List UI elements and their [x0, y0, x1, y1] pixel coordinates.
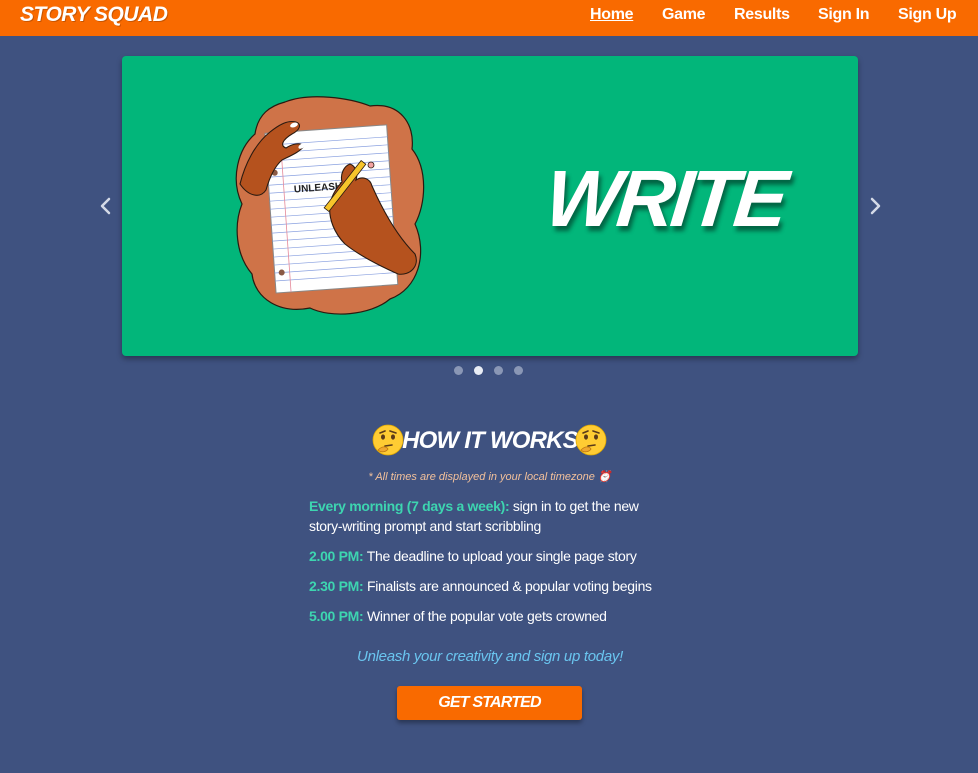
- step-deadline: 2.00 PM: The deadline to upload your sin…: [309, 546, 671, 566]
- step-time: 5.00 PM:: [309, 608, 364, 624]
- nav-link-home[interactable]: Home: [590, 5, 634, 25]
- carousel-dot-3[interactable]: [494, 366, 503, 375]
- carousel-dot-4[interactable]: [514, 366, 523, 375]
- how-it-works-title: HOW IT WORKS: [402, 427, 579, 454]
- timezone-note: * All times are displayed in your local …: [368, 471, 612, 483]
- step-time: 2.00 PM:: [309, 548, 364, 564]
- step-text: Finalists are announced & popular voting…: [363, 578, 652, 594]
- nav-link-results[interactable]: Results: [734, 5, 790, 25]
- step-time: Every morning (7 days a week):: [309, 498, 510, 514]
- step-text: Winner of the popular vote gets crowned: [363, 608, 607, 624]
- carousel-next-arrow-icon[interactable]: [866, 195, 884, 217]
- nav-link-sign-up[interactable]: Sign Up: [898, 5, 957, 25]
- get-started-button[interactable]: GET STARTED: [397, 686, 582, 720]
- carousel-prev-arrow-icon[interactable]: [97, 195, 115, 217]
- brand-logo[interactable]: STORY SQUAD: [20, 2, 168, 28]
- nav-link-sign-in[interactable]: Sign In: [818, 5, 870, 25]
- step-every-morning: Every morning (7 days a week): sign in t…: [309, 496, 671, 536]
- carousel-dot-1[interactable]: [454, 366, 463, 375]
- hands-writing-illustration: UNLEASH: [230, 94, 430, 318]
- hero-carousel: UNLEASH WRITE: [122, 56, 858, 356]
- step-text: The deadline to upload your single page …: [363, 548, 637, 564]
- carousel-dot-2[interactable]: [474, 366, 483, 375]
- signup-call-to-action: Unleash your creativity and sign up toda…: [357, 648, 623, 665]
- navbar: STORY SQUAD Home Game Results Sign In Si…: [0, 0, 978, 36]
- step-finalists: 2.30 PM: Finalists are announced & popul…: [309, 576, 671, 596]
- slide-title: WRITE: [541, 154, 789, 243]
- step-time: 2.30 PM:: [309, 578, 364, 594]
- nav-link-game[interactable]: Game: [662, 5, 706, 25]
- thinking-face-icon: [575, 424, 607, 456]
- step-winner: 5.00 PM: Winner of the popular vote gets…: [309, 606, 671, 626]
